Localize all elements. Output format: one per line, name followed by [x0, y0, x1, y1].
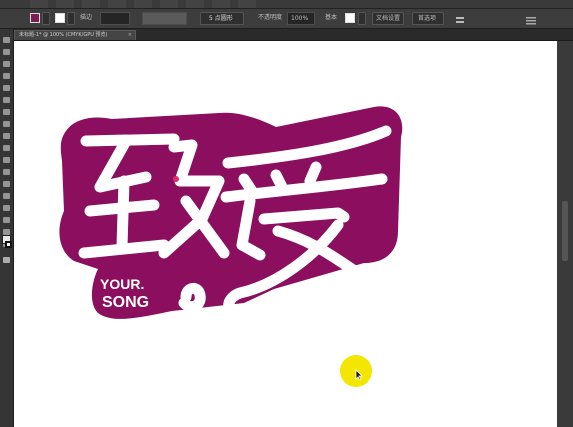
preferences-button[interactable]: 首选项 — [412, 12, 444, 25]
direct-selection-tool-icon[interactable] — [3, 49, 10, 55]
document-tab-label: 未标题-1* @ 100% (CMYK/GPU 预览) — [19, 32, 108, 38]
width-tool-icon[interactable] — [3, 181, 10, 187]
preferences-label: 首选项 — [418, 15, 437, 22]
line-tool-icon[interactable] — [3, 97, 10, 103]
gradient-tool-icon[interactable] — [3, 217, 10, 223]
logo-subtext-line1: YOUR. — [100, 276, 144, 292]
fill-swatch[interactable] — [30, 13, 40, 23]
graphic-style-swatch[interactable] — [345, 13, 355, 23]
opacity-value: 100% — [291, 15, 309, 22]
document-tab[interactable]: 未标题-1* @ 100% (CMYK/GPU 预览) × — [14, 30, 136, 40]
scrollbar-thumb[interactable] — [562, 201, 568, 261]
panel-menu-icon[interactable] — [525, 12, 537, 25]
tools-panel — [0, 29, 14, 427]
menu-item-window[interactable] — [212, 0, 230, 8]
menu-item-type[interactable] — [108, 0, 126, 8]
logo-artwork[interactable]: YOUR. SONG — [14, 41, 557, 427]
stroke-swatch[interactable] — [55, 13, 65, 23]
pen-tool-icon[interactable] — [3, 73, 10, 79]
free-transform-tool-icon[interactable] — [3, 193, 10, 199]
eraser-tool-icon[interactable] — [3, 145, 10, 151]
brush-dropdown-label: 5 点圆形 — [209, 15, 233, 22]
document-tab-bar: 未标题-1* @ 100% (CMYK/GPU 预览) × — [14, 29, 573, 41]
doc-setup-label: 文档设置 — [376, 15, 401, 22]
rotate-tool-icon[interactable] — [3, 157, 10, 163]
stroke-weight-field[interactable] — [100, 12, 130, 25]
menu-item-view[interactable] — [186, 0, 204, 8]
fill-dropdown[interactable] — [42, 12, 50, 25]
variable-width-field[interactable] — [142, 12, 187, 25]
stroke-color-icon[interactable] — [5, 241, 12, 248]
menu-item-effect[interactable] — [160, 0, 178, 8]
graphic-style-dropdown[interactable] — [358, 12, 366, 25]
brush-dropdown[interactable]: 5 点圆形 — [200, 12, 244, 25]
menu-item-help[interactable] — [238, 0, 256, 8]
pencil-tool-icon[interactable] — [3, 133, 10, 139]
opacity-field[interactable]: 100% — [287, 12, 315, 25]
control-bar: 描边 5 点圆形 不透明度 100% 基本 文档设置 首选项 — [0, 9, 573, 29]
style-label: 基本 — [325, 14, 338, 21]
stroke-label: 描边 — [80, 14, 93, 21]
type-tool-icon[interactable] — [3, 85, 10, 91]
shape-builder-tool-icon[interactable] — [3, 205, 10, 211]
doc-setup-button[interactable]: 文档设置 — [372, 12, 404, 25]
artboard[interactable]: YOUR. SONG — [14, 41, 557, 427]
arrange-icon[interactable] — [455, 12, 465, 25]
close-tab-icon[interactable]: × — [128, 31, 132, 40]
logo-dot — [173, 176, 179, 182]
scale-tool-icon[interactable] — [3, 169, 10, 175]
mouse-cursor-icon — [355, 369, 363, 381]
menu-item-object[interactable] — [82, 0, 100, 8]
rectangle-tool-icon[interactable] — [3, 109, 10, 115]
swap-colors-icon[interactable] — [3, 257, 10, 263]
selection-tool-icon[interactable] — [3, 37, 10, 43]
menu-item-select[interactable] — [134, 0, 152, 8]
stroke-dropdown[interactable] — [67, 12, 75, 25]
paintbrush-tool-icon[interactable] — [3, 121, 10, 127]
opacity-label: 不透明度 — [258, 14, 283, 21]
logo-subtext-line2: SONG — [102, 294, 149, 311]
menu-bar — [0, 0, 573, 9]
canvas-area[interactable]: YOUR. SONG — [14, 41, 573, 427]
vertical-scrollbar[interactable] — [557, 41, 573, 427]
menu-item-file[interactable] — [30, 0, 48, 8]
menu-item-edit[interactable] — [56, 0, 74, 8]
magic-wand-tool-icon[interactable] — [3, 61, 10, 67]
